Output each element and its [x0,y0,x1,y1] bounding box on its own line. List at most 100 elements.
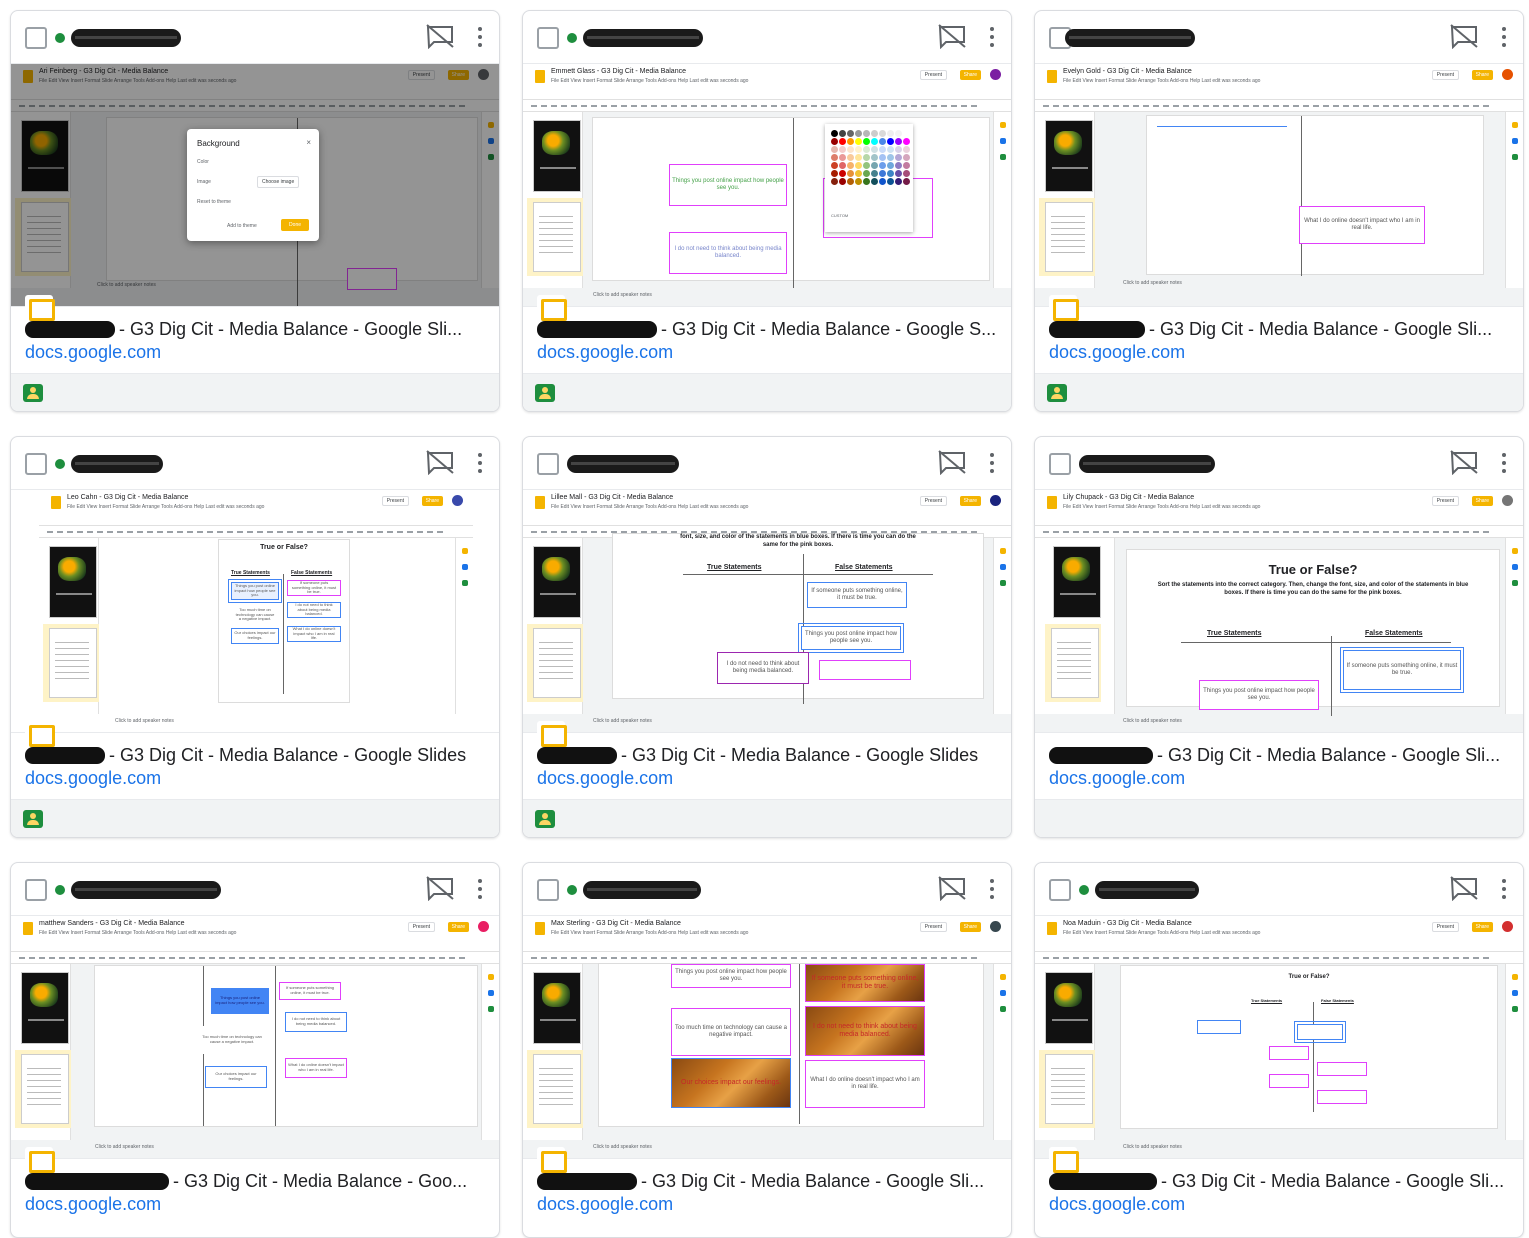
student-card[interactable]: Noa Maduin - G3 Dig Cit - Media Balance … [1034,862,1524,1238]
tab-title[interactable]: - G3 Dig Cit - Media Balance - Google S.… [537,319,997,340]
avatar [990,495,1001,506]
student-card[interactable]: Evelyn Gold - G3 Dig Cit - Media Balance… [1034,10,1524,412]
color-swatch [855,178,862,185]
presence-off-icon[interactable] [425,23,455,49]
tab-thumbnail[interactable]: Lily Chupack - G3 Dig Cit - Media Balanc… [1035,489,1523,733]
student-card[interactable]: Ari Feinberg - G3 Dig Cit - Media Balanc… [10,10,500,412]
more-vert-icon[interactable] [989,25,995,49]
color-swatch [847,178,854,185]
presence-off-icon[interactable] [1449,875,1479,901]
more-vert-icon[interactable] [989,877,995,901]
presence-off-icon[interactable] [1449,449,1479,475]
present-button: Present [407,70,435,80]
tab-thumbnail[interactable]: Emmett Glass - G3 Dig Cit - Media Balanc… [523,63,1011,307]
tab-url[interactable]: docs.google.com [1049,1194,1509,1215]
slide-canvas: Things you post online impact how people… [95,966,477,1126]
select-checkbox[interactable] [25,27,47,49]
more-vert-icon[interactable] [477,451,483,475]
color-swatch [871,146,878,153]
tab-url[interactable]: docs.google.com [25,768,485,789]
speaker-notes: Click to add speaker notes [1123,280,1182,286]
card-info: - G3 Dig Cit - Media Balance - Google Sl… [11,733,499,799]
student-card[interactable]: matthew Sanders - G3 Dig Cit - Media Bal… [10,862,500,1238]
color-swatch [855,138,862,145]
tab-thumbnail[interactable]: Max Sterling - G3 Dig Cit - Media Balanc… [523,915,1011,1159]
slides-toolbar [1035,952,1523,964]
slides-menu: File Edit View Insert Format Slide Arran… [67,504,265,510]
tab-url[interactable]: docs.google.com [537,768,997,789]
redacted-student-name [1065,29,1195,47]
color-swatch [831,178,838,185]
share-button: Share [447,70,469,80]
select-checkbox[interactable] [1049,879,1071,901]
color-swatch [903,146,910,153]
tab-url[interactable]: docs.google.com [537,1194,997,1215]
more-vert-icon[interactable] [477,25,483,49]
select-checkbox[interactable] [25,879,47,901]
tab-title[interactable]: - G3 Dig Cit - Media Balance - Google Sl… [25,319,485,340]
tab-url[interactable]: docs.google.com [1049,768,1509,789]
slides-menu: File Edit View Insert Format Slide Arran… [551,78,749,84]
present-button: Present [919,922,947,932]
student-card[interactable]: Lillee Mall - G3 Dig Cit - Media Balance… [522,436,1012,838]
redacted-student-name [1095,881,1199,899]
tab-url[interactable]: docs.google.com [1049,342,1509,363]
tab-title[interactable]: - G3 Dig Cit - Media Balance - Google Sl… [1049,319,1509,340]
select-checkbox[interactable] [25,453,47,475]
tab-title[interactable]: - G3 Dig Cit - Media Balance - Google Sl… [537,745,997,766]
presence-off-icon[interactable] [937,875,967,901]
card-info: - G3 Dig Cit - Media Balance - Google Sl… [523,733,1011,799]
tab-title[interactable]: - G3 Dig Cit - Media Balance - Goo... [25,1171,485,1192]
more-vert-icon[interactable] [989,451,995,475]
select-checkbox[interactable] [537,879,559,901]
tab-title[interactable]: - G3 Dig Cit - Media Balance - Google Sl… [1049,745,1509,766]
more-vert-icon[interactable] [1501,451,1507,475]
doc-title: Lillee Mall - G3 Dig Cit - Media Balance [551,494,674,501]
side-panel [1505,112,1523,288]
filmstrip [39,538,99,714]
tab-url[interactable]: docs.google.com [25,342,485,363]
color-swatch [847,154,854,161]
redacted-student-name [1079,455,1215,473]
color-swatch [855,130,862,137]
tab-thumbnail[interactable]: Noa Maduin - G3 Dig Cit - Media Balance … [1035,915,1523,1159]
select-checkbox[interactable] [537,453,559,475]
more-vert-icon[interactable] [1501,877,1507,901]
more-vert-icon[interactable] [477,877,483,901]
tab-title[interactable]: - G3 Dig Cit - Media Balance - Google Sl… [25,745,485,766]
color-swatch [839,170,846,177]
tab-thumbnail[interactable]: Evelyn Gold - G3 Dig Cit - Media Balance… [1035,63,1523,307]
card-header [11,11,499,63]
online-status-dot [55,459,65,469]
student-card[interactable]: Lily Chupack - G3 Dig Cit - Media Balanc… [1034,436,1524,838]
presence-off-icon[interactable] [937,23,967,49]
student-card[interactable]: Leo Cahn - G3 Dig Cit - Media Balance Fi… [10,436,500,838]
tab-thumbnail[interactable]: Leo Cahn - G3 Dig Cit - Media Balance Fi… [11,489,499,733]
tab-title[interactable]: - G3 Dig Cit - Media Balance - Google Sl… [1049,1171,1509,1192]
tab-title[interactable]: - G3 Dig Cit - Media Balance - Google Sl… [537,1171,997,1192]
presence-off-icon[interactable] [425,875,455,901]
student-card[interactable]: Max Sterling - G3 Dig Cit - Media Balanc… [522,862,1012,1238]
avatar [990,69,1001,80]
select-checkbox[interactable] [1049,453,1071,475]
more-vert-icon[interactable] [1501,25,1507,49]
redacted-student-name [567,455,679,473]
speaker-notes: Click to add speaker notes [1123,718,1182,724]
tab-thumbnail[interactable]: Lillee Mall - G3 Dig Cit - Media Balance… [523,489,1011,733]
doc-title: Ari Feinberg - G3 Dig Cit - Media Balanc… [39,68,169,75]
tab-url[interactable]: docs.google.com [537,342,997,363]
slides-menu: File Edit View Insert Format Slide Arran… [39,930,237,936]
presence-off-icon[interactable] [1449,23,1479,49]
presence-off-icon[interactable] [937,449,967,475]
slide-canvas: Things you post online impact how people… [599,964,983,1126]
student-card[interactable]: Emmett Glass - G3 Dig Cit - Media Balanc… [522,10,1012,412]
select-checkbox[interactable] [537,27,559,49]
tab-thumbnail[interactable]: matthew Sanders - G3 Dig Cit - Media Bal… [11,915,499,1159]
slides-logo-icon [23,922,33,935]
card-header [1035,11,1523,63]
color-swatch [879,146,886,153]
card-header [1035,863,1523,915]
avatar [478,69,489,80]
tab-url[interactable]: docs.google.com [25,1194,485,1215]
presence-off-icon[interactable] [425,449,455,475]
